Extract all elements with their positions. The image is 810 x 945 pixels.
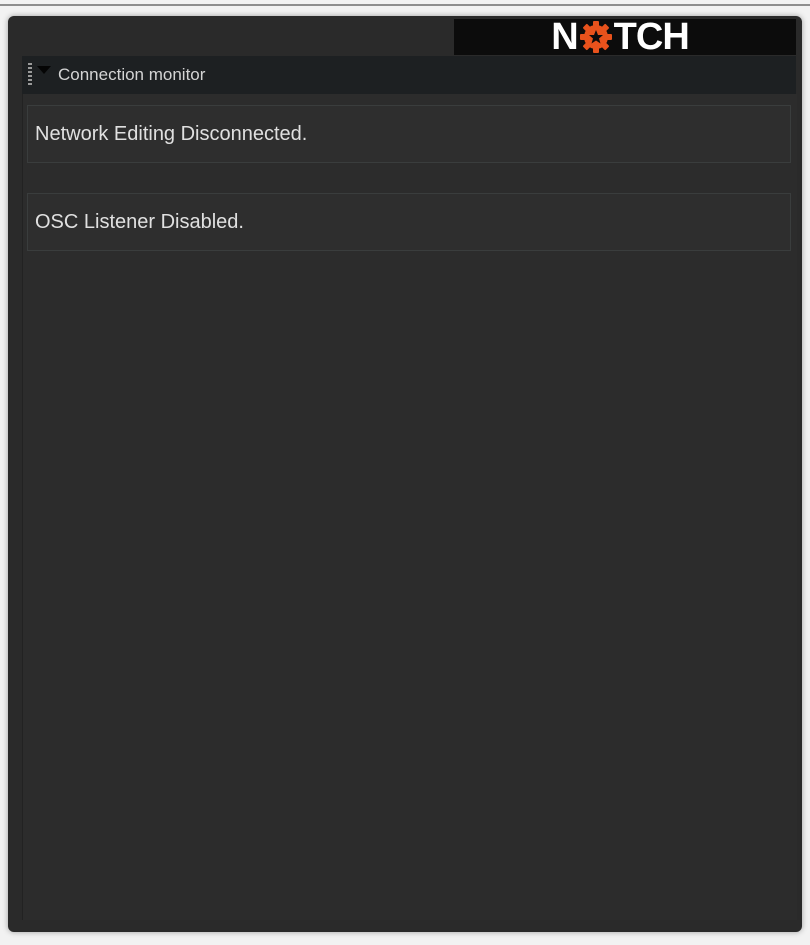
gear-icon [579,21,612,53]
panel-header[interactable]: Connection monitor [22,56,796,95]
brand-logo: N TCH [454,16,796,58]
notch-logo: N TCH [551,16,690,58]
chevron-down-icon[interactable] [37,66,51,74]
panel-title: Connection monitor [58,65,206,84]
network-editing-status: Network Editing Disconnected. [27,105,791,163]
drag-handle[interactable] [28,63,32,87]
network-editing-status-text: Network Editing Disconnected. [35,122,308,145]
logo-text-left: N [551,16,578,58]
app-window: N TCH Connection monitor Network Editing… [8,16,802,932]
osc-listener-status-text: OSC Listener Disabled. [35,210,244,233]
logo-text-right: TCH [613,16,690,58]
panel-body: Network Editing Disconnected. OSC Listen… [22,94,797,920]
top-divider [0,4,810,6]
osc-listener-status: OSC Listener Disabled. [27,193,791,251]
